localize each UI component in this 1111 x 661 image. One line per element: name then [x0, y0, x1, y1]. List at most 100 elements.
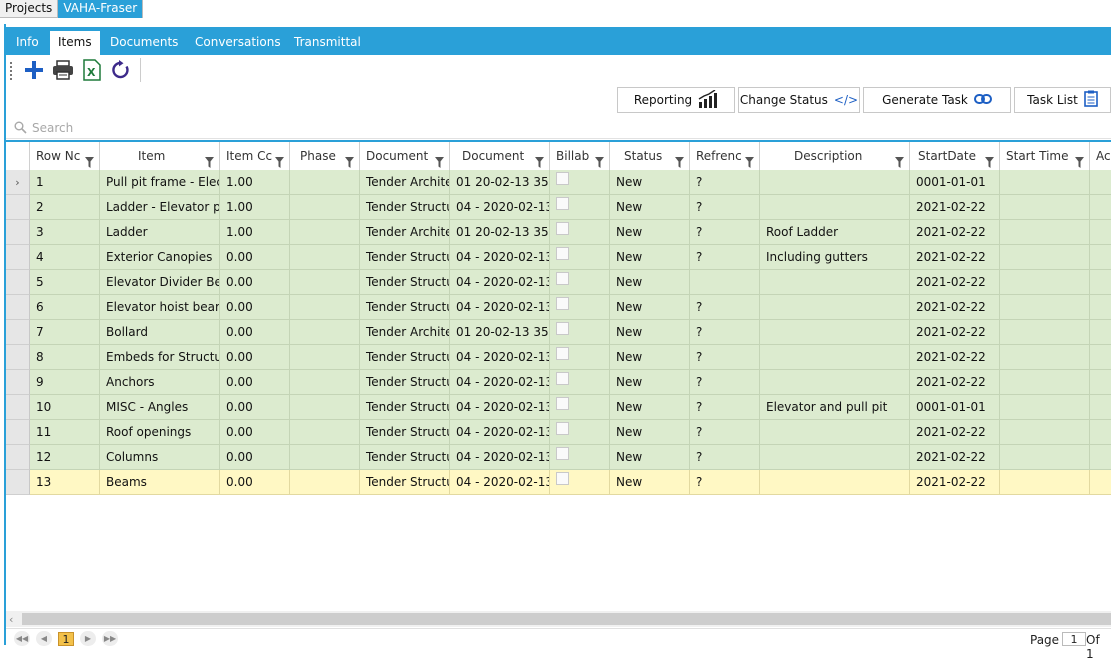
tab-projects[interactable]: Projects: [0, 0, 59, 18]
cell-item[interactable]: Columns: [100, 445, 220, 470]
cell-document-2[interactable]: 01 20-02-13 351: [450, 320, 550, 345]
filter-icon[interactable]: [595, 150, 604, 168]
cell-billable[interactable]: [550, 220, 610, 245]
cell-status[interactable]: New: [610, 295, 690, 320]
cell-reference[interactable]: ?: [690, 220, 760, 245]
filter-icon[interactable]: [275, 150, 284, 168]
row-indicator[interactable]: ›: [6, 170, 30, 195]
cell-phase[interactable]: [290, 245, 360, 270]
cell-reference[interactable]: ?: [690, 470, 760, 495]
cell-start-time[interactable]: [1000, 395, 1090, 420]
cell-document-2[interactable]: 01 20-02-13 351: [450, 170, 550, 195]
cell-phase[interactable]: [290, 170, 360, 195]
cell-item-cost[interactable]: 0.00: [220, 370, 290, 395]
column-header-item-cost[interactable]: Item Cc: [220, 142, 290, 170]
cell-document-2[interactable]: 04 - 2020-02-13: [450, 270, 550, 295]
cell-item-cost[interactable]: 0.00: [220, 470, 290, 495]
cell-reference[interactable]: ?: [690, 245, 760, 270]
cell-billable[interactable]: [550, 245, 610, 270]
horizontal-scrollbar[interactable]: ‹: [6, 611, 1111, 627]
cell-phase[interactable]: [290, 370, 360, 395]
cell-actions[interactable]: [1090, 445, 1111, 470]
column-header-status[interactable]: Status: [610, 142, 690, 170]
row-indicator[interactable]: [6, 345, 30, 370]
billable-checkbox[interactable]: [556, 172, 569, 185]
tab-info[interactable]: Info: [16, 31, 39, 55]
cell-start-date[interactable]: 2021-02-22: [910, 320, 1000, 345]
tab-transmittal[interactable]: Transmittal: [294, 31, 361, 55]
cell-description[interactable]: [760, 445, 910, 470]
cell-phase[interactable]: [290, 320, 360, 345]
table-row[interactable]: 6 Elevator hoist beam 0.00 Tender Structu 04…: [6, 295, 1111, 320]
row-indicator[interactable]: [6, 320, 30, 345]
cell-row-no[interactable]: 10: [30, 395, 100, 420]
cell-reference[interactable]: ?: [690, 195, 760, 220]
cell-row-no[interactable]: 8: [30, 345, 100, 370]
cell-phase[interactable]: [290, 395, 360, 420]
row-indicator[interactable]: [6, 420, 30, 445]
cell-billable[interactable]: [550, 270, 610, 295]
table-row[interactable]: 2 Ladder - Elevator pi 1.00 Tender Structu 0…: [6, 195, 1111, 220]
column-header-item[interactable]: Item: [100, 142, 220, 170]
cell-billable[interactable]: [550, 320, 610, 345]
cell-document[interactable]: Tender Structu: [360, 395, 450, 420]
tab-documents[interactable]: Documents: [110, 31, 178, 55]
cell-status[interactable]: New: [610, 245, 690, 270]
cell-actions[interactable]: [1090, 470, 1111, 495]
change-status-button[interactable]: Change Status </>: [738, 87, 860, 113]
cell-actions[interactable]: [1090, 245, 1111, 270]
row-indicator[interactable]: [6, 245, 30, 270]
table-row[interactable]: 11 Roof openings 0.00 Tender Structu 04 - 20…: [6, 420, 1111, 445]
table-row[interactable]: 9 Anchors 0.00 Tender Structu 04 - 2020-02-1…: [6, 370, 1111, 395]
column-header-document-2[interactable]: Document: [450, 142, 550, 170]
row-indicator[interactable]: [6, 470, 30, 495]
tab-conversations[interactable]: Conversations: [195, 31, 281, 55]
cell-item[interactable]: Elevator Divider Bea: [100, 270, 220, 295]
search-bar[interactable]: Search: [6, 118, 1111, 139]
print-icon[interactable]: [52, 59, 74, 81]
cell-document[interactable]: Tender Structu: [360, 295, 450, 320]
column-header-document[interactable]: Document: [360, 142, 450, 170]
billable-checkbox[interactable]: [556, 422, 569, 435]
cell-item-cost[interactable]: 0.00: [220, 445, 290, 470]
last-page-icon[interactable]: ▶▶: [102, 631, 118, 646]
cell-status[interactable]: New: [610, 220, 690, 245]
row-indicator[interactable]: [6, 395, 30, 420]
cell-description[interactable]: [760, 320, 910, 345]
cell-item[interactable]: Bollard: [100, 320, 220, 345]
next-page-icon[interactable]: ▶: [80, 631, 96, 646]
current-page-button[interactable]: 1: [58, 632, 74, 646]
cell-billable[interactable]: [550, 420, 610, 445]
cell-row-no[interactable]: 2: [30, 195, 100, 220]
cell-reference[interactable]: ?: [690, 370, 760, 395]
cell-phase[interactable]: [290, 470, 360, 495]
row-indicator[interactable]: [6, 220, 30, 245]
cell-start-time[interactable]: [1000, 270, 1090, 295]
generate-task-button[interactable]: Generate Task: [863, 87, 1011, 113]
cell-item[interactable]: Beams: [100, 470, 220, 495]
billable-checkbox[interactable]: [556, 372, 569, 385]
cell-start-time[interactable]: [1000, 345, 1090, 370]
cell-item[interactable]: Elevator hoist beam: [100, 295, 220, 320]
cell-status[interactable]: New: [610, 270, 690, 295]
cell-start-date[interactable]: 2021-02-22: [910, 370, 1000, 395]
column-header-description[interactable]: Description: [760, 142, 910, 170]
billable-checkbox[interactable]: [556, 222, 569, 235]
refresh-icon[interactable]: [110, 59, 132, 81]
column-header-actions[interactable]: Ac: [1090, 142, 1111, 170]
filter-icon[interactable]: [895, 150, 904, 168]
cell-description[interactable]: Roof Ladder: [760, 220, 910, 245]
billable-checkbox[interactable]: [556, 347, 569, 360]
filter-icon[interactable]: [675, 150, 684, 168]
filter-icon[interactable]: [1075, 150, 1084, 168]
cell-reference[interactable]: ?: [690, 170, 760, 195]
cell-document[interactable]: Tender Structu: [360, 370, 450, 395]
cell-start-date[interactable]: 2021-02-22: [910, 270, 1000, 295]
cell-start-time[interactable]: [1000, 320, 1090, 345]
cell-description[interactable]: [760, 170, 910, 195]
cell-phase[interactable]: [290, 295, 360, 320]
cell-status[interactable]: New: [610, 320, 690, 345]
billable-checkbox[interactable]: [556, 472, 569, 485]
cell-row-no[interactable]: 3: [30, 220, 100, 245]
billable-checkbox[interactable]: [556, 322, 569, 335]
